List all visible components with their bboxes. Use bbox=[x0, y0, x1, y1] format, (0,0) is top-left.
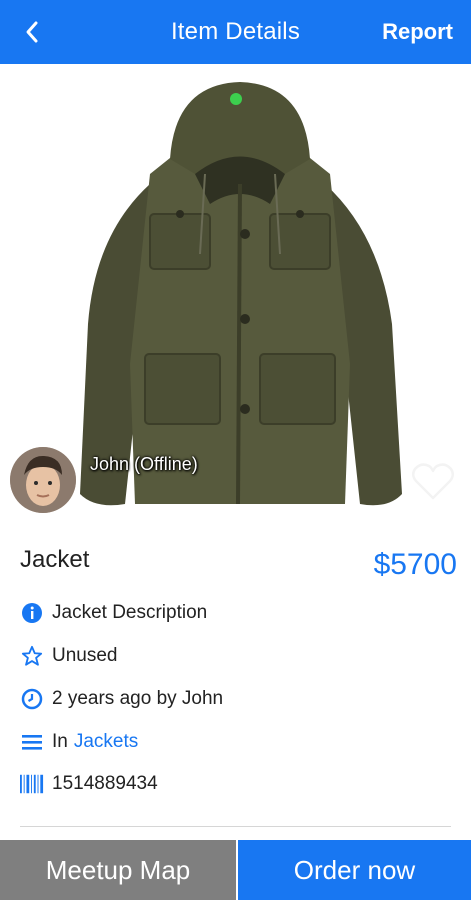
description-row: Jacket Description bbox=[20, 600, 207, 626]
chevron-left-icon bbox=[26, 21, 38, 43]
item-price: $5700 bbox=[373, 548, 457, 581]
item-code: 1514889434 bbox=[52, 773, 158, 794]
top-app-bar: Item Details Report bbox=[0, 0, 471, 64]
posted-text: 2 years ago by John bbox=[52, 688, 224, 709]
description-text: Jacket Description bbox=[52, 602, 208, 623]
favorite-button[interactable] bbox=[410, 462, 456, 502]
online-status-dot bbox=[230, 93, 242, 105]
back-button[interactable] bbox=[12, 14, 52, 50]
star-icon bbox=[20, 644, 44, 668]
condition-text: Unused bbox=[52, 645, 118, 666]
order-now-button[interactable]: Order now bbox=[238, 840, 471, 900]
divider bbox=[20, 826, 451, 827]
heart-icon bbox=[412, 463, 454, 500]
barcode-icon bbox=[20, 772, 44, 796]
meetup-map-button[interactable]: Meetup Map bbox=[0, 840, 236, 900]
category-prefix: In bbox=[52, 731, 68, 752]
clock-icon bbox=[20, 687, 44, 711]
category-row: In Jackets bbox=[20, 729, 138, 755]
jacket-image bbox=[80, 82, 402, 506]
condition-row: Unused bbox=[20, 643, 118, 669]
category-link[interactable]: Jackets bbox=[74, 731, 138, 753]
posted-row: 2 years ago by John bbox=[20, 686, 223, 712]
code-row: 1514889434 bbox=[20, 771, 158, 797]
report-button[interactable]: Report bbox=[382, 0, 453, 64]
seller-name-status: John (Offline) bbox=[90, 454, 198, 474]
seller-avatar[interactable] bbox=[10, 447, 76, 513]
info-icon bbox=[20, 601, 44, 625]
item-image[interactable] bbox=[0, 64, 471, 524]
menu-lines-icon bbox=[20, 730, 44, 754]
item-title: Jacket bbox=[20, 546, 90, 573]
page-title: Item Details bbox=[170, 18, 301, 45]
